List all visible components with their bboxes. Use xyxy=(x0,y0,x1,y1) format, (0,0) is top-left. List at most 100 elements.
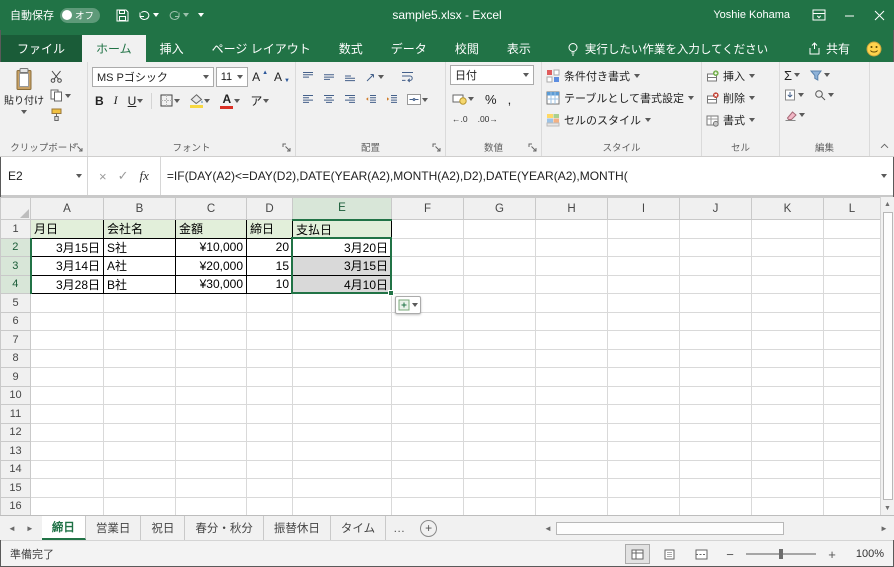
wrap-text-button[interactable] xyxy=(399,70,416,84)
cell-D12[interactable] xyxy=(246,422,293,442)
clear-button[interactable] xyxy=(784,110,805,121)
dialog-launcher-icon[interactable] xyxy=(432,143,442,153)
cell-J14[interactable] xyxy=(679,459,752,479)
sheet-tab-春分・秋分[interactable]: 春分・秋分 xyxy=(185,516,264,540)
cell-G7[interactable] xyxy=(463,330,536,350)
cell-C1[interactable]: 金額 xyxy=(175,219,247,239)
cell-E9[interactable] xyxy=(292,367,392,387)
cell-G3[interactable] xyxy=(463,256,536,276)
percent-style-button[interactable]: % xyxy=(483,91,499,108)
cell-H16[interactable] xyxy=(535,496,608,515)
share-button[interactable]: 共有 xyxy=(808,40,850,57)
row-header-4[interactable]: 4 xyxy=(0,274,32,294)
cell-G12[interactable] xyxy=(463,422,536,442)
cell-K10[interactable] xyxy=(751,385,824,405)
cell-I9[interactable] xyxy=(607,367,680,387)
cell-E3[interactable]: 3月15日 xyxy=(292,256,392,276)
cell-C2[interactable]: ¥10,000 xyxy=(175,237,247,257)
user-name[interactable]: Yoshie Kohama xyxy=(713,9,790,21)
cell-I13[interactable] xyxy=(607,441,680,461)
dialog-launcher-icon[interactable] xyxy=(282,143,292,153)
column-header-D[interactable]: D xyxy=(246,197,293,220)
bold-button[interactable]: B xyxy=(93,93,106,109)
cell-A1[interactable]: 月日 xyxy=(30,219,104,239)
cell-D14[interactable] xyxy=(246,459,293,479)
cell-I14[interactable] xyxy=(607,459,680,479)
cell-G1[interactable] xyxy=(463,219,536,239)
name-box[interactable]: E2 xyxy=(0,157,88,195)
cell-A6[interactable] xyxy=(30,311,104,331)
cell-D8[interactable] xyxy=(246,348,293,368)
cell-D5[interactable] xyxy=(246,293,293,313)
cell-F9[interactable] xyxy=(391,367,464,387)
row-header-11[interactable]: 11 xyxy=(0,404,31,424)
font-size-combo[interactable]: 11 xyxy=(215,66,249,87)
cell-F13[interactable] xyxy=(391,441,464,461)
sheet-tab-振替休日[interactable]: 振替休日 xyxy=(264,516,331,540)
cell-J6[interactable] xyxy=(679,311,752,331)
page-break-view-button[interactable] xyxy=(689,544,714,564)
conditional-formatting-button[interactable]: 条件付き書式 xyxy=(546,65,698,87)
cell-L13[interactable] xyxy=(823,441,880,461)
cell-A15[interactable] xyxy=(30,478,104,498)
tell-me-box[interactable]: 実行したい作業を入力してください xyxy=(567,35,768,62)
cell-A13[interactable] xyxy=(30,441,104,461)
paste-button[interactable]: 貼り付け xyxy=(4,65,44,118)
ribbon-display-options-button[interactable] xyxy=(804,0,834,30)
cell-J8[interactable] xyxy=(679,348,752,368)
cell-L12[interactable] xyxy=(823,422,880,442)
cell-C16[interactable] xyxy=(175,496,247,515)
cell-A10[interactable] xyxy=(30,385,104,405)
column-header-L[interactable]: L xyxy=(823,197,880,220)
cell-C15[interactable] xyxy=(175,478,247,498)
cell-D11[interactable] xyxy=(246,404,293,424)
cell-F8[interactable] xyxy=(391,348,464,368)
cell-H4[interactable] xyxy=(535,274,608,294)
merge-center-button[interactable] xyxy=(405,93,430,106)
cell-K11[interactable] xyxy=(751,404,824,424)
cell-H1[interactable] xyxy=(535,219,608,239)
cell-K16[interactable] xyxy=(751,496,824,515)
cell-E15[interactable] xyxy=(292,478,392,498)
cell-E4[interactable]: 4月10日 xyxy=(292,274,392,294)
zoom-slider-thumb[interactable] xyxy=(779,549,783,559)
zoom-slider[interactable] xyxy=(746,549,816,559)
cell-G14[interactable] xyxy=(463,459,536,479)
cell-B3[interactable]: A社 xyxy=(103,256,176,276)
cell-C10[interactable] xyxy=(175,385,247,405)
row-header-15[interactable]: 15 xyxy=(0,478,31,498)
cell-E14[interactable] xyxy=(292,459,392,479)
cell-A12[interactable] xyxy=(30,422,104,442)
cell-D13[interactable] xyxy=(246,441,293,461)
format-cells-button[interactable]: 書式 xyxy=(706,109,776,131)
ribbon-tab-表示[interactable]: 表示 xyxy=(493,35,545,62)
cut-button[interactable] xyxy=(50,70,84,83)
sheet-tab-締日[interactable]: 締日 xyxy=(41,516,86,540)
cell-L15[interactable] xyxy=(823,478,880,498)
comma-style-button[interactable]: , xyxy=(506,91,514,108)
cell-L7[interactable] xyxy=(823,330,880,350)
cell-J16[interactable] xyxy=(679,496,752,515)
cell-L5[interactable] xyxy=(823,293,880,313)
cancel-button[interactable]: × xyxy=(99,169,107,184)
scroll-left-arrow-icon[interactable]: ◄ xyxy=(540,524,556,533)
fill-color-button[interactable] xyxy=(188,93,212,109)
cell-J9[interactable] xyxy=(679,367,752,387)
select-all-button[interactable] xyxy=(0,197,31,220)
enter-button[interactable]: ✓ xyxy=(118,168,129,184)
cell-D9[interactable] xyxy=(246,367,293,387)
cell-L6[interactable] xyxy=(823,311,880,331)
fill-button[interactable] xyxy=(784,89,804,101)
row-header-6[interactable]: 6 xyxy=(0,311,31,331)
cell-K5[interactable] xyxy=(751,293,824,313)
cell-F10[interactable] xyxy=(391,385,464,405)
cell-E16[interactable] xyxy=(292,496,392,515)
cell-C4[interactable]: ¥30,000 xyxy=(175,274,247,294)
cell-F16[interactable] xyxy=(391,496,464,515)
decrease-font-size-button[interactable]: A ▼ xyxy=(272,69,292,85)
dialog-launcher-icon[interactable] xyxy=(74,143,84,153)
cell-C9[interactable] xyxy=(175,367,247,387)
column-header-J[interactable]: J xyxy=(679,197,752,220)
redo-button[interactable] xyxy=(168,10,190,21)
cell-A9[interactable] xyxy=(30,367,104,387)
